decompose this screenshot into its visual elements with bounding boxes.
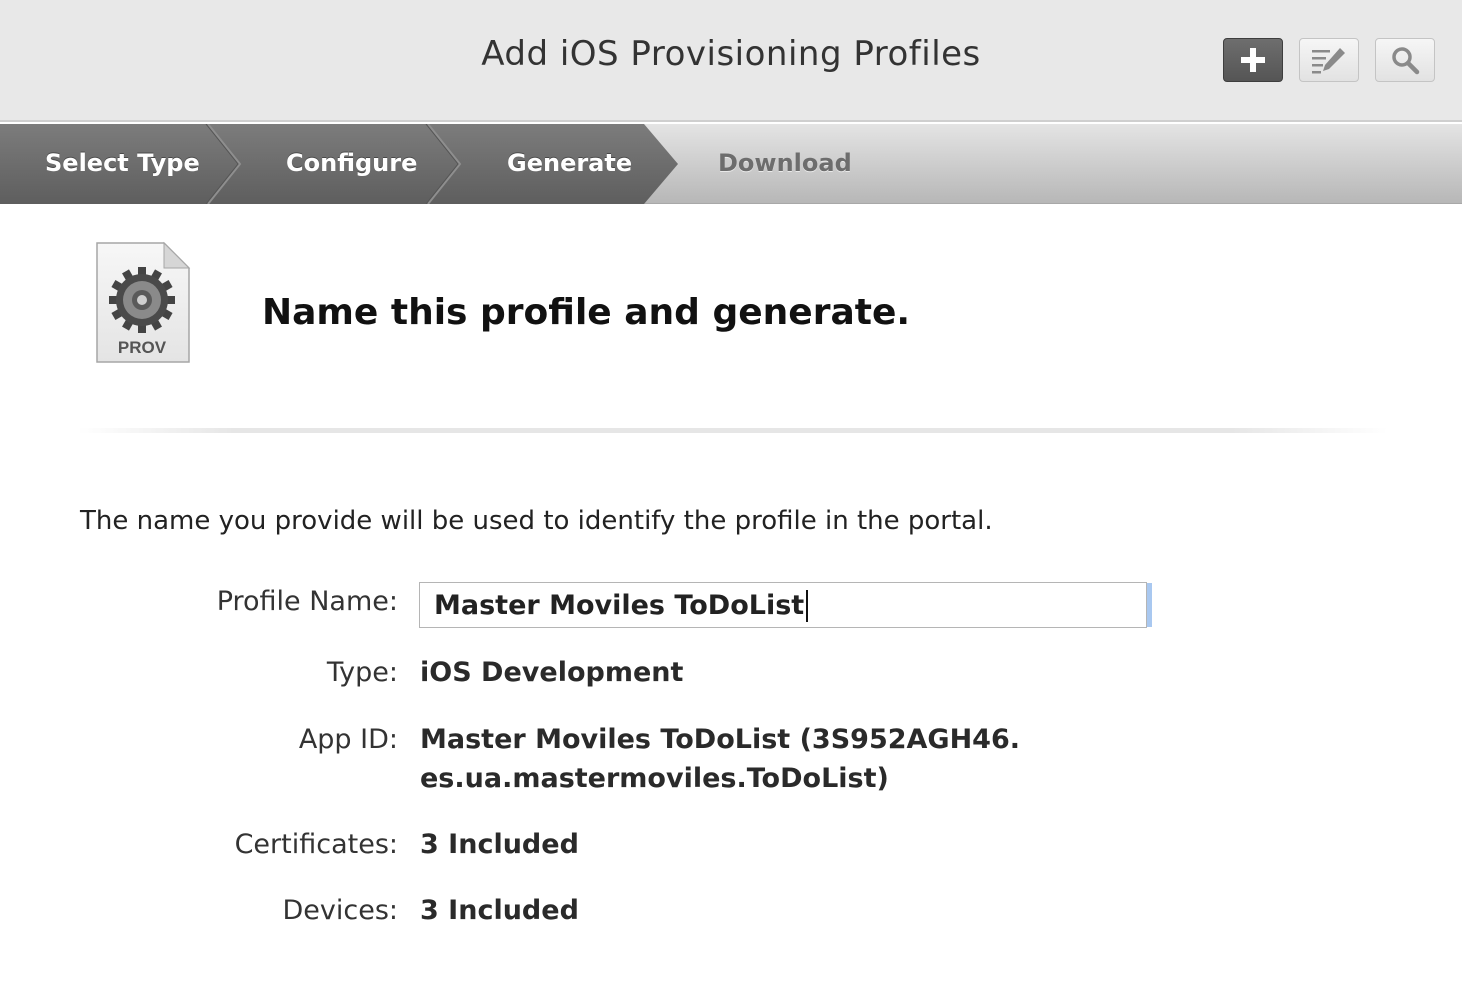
devices-value: 3 Included [420,895,579,926]
edit-icon [1312,48,1345,74]
app-id-label: App ID: [298,724,398,755]
type-label: Type: [326,657,398,688]
text-caret [806,590,809,622]
plus-icon [1241,48,1265,72]
profile-name-input[interactable] [419,582,1147,628]
step-generate: Generate [507,149,633,177]
prov-icon-label: PROV [118,338,167,357]
page-header: Add iOS Provisioning Profiles [0,0,1462,122]
step-select-type: Select Type [45,149,200,177]
progress-steps: Select Type Configure Generate Download [0,124,1462,204]
prov-file-icon: PROV [94,240,192,366]
search-icon [1392,47,1420,75]
edit-button[interactable] [1299,38,1359,82]
type-value: iOS Development [420,657,684,688]
section-divider [78,428,1388,433]
certificates-label: Certificates: [234,829,398,860]
app-id-value-line2: es.ua.mastermoviles.ToDoList) [420,763,889,794]
page-heading: Name this profile and generate. [262,292,911,333]
description-text: The name you provide will be used to ide… [80,506,993,536]
devices-label: Devices: [282,895,398,926]
step-configure: Configure [286,149,418,177]
add-button[interactable] [1223,38,1283,82]
search-button[interactable] [1375,38,1435,82]
certificates-value: 3 Included [420,829,579,860]
step-download: Download [718,149,852,177]
profile-name-label: Profile Name: [216,586,398,617]
app-id-value-line1: Master Moviles ToDoList (3S952AGH46. [420,724,1020,755]
